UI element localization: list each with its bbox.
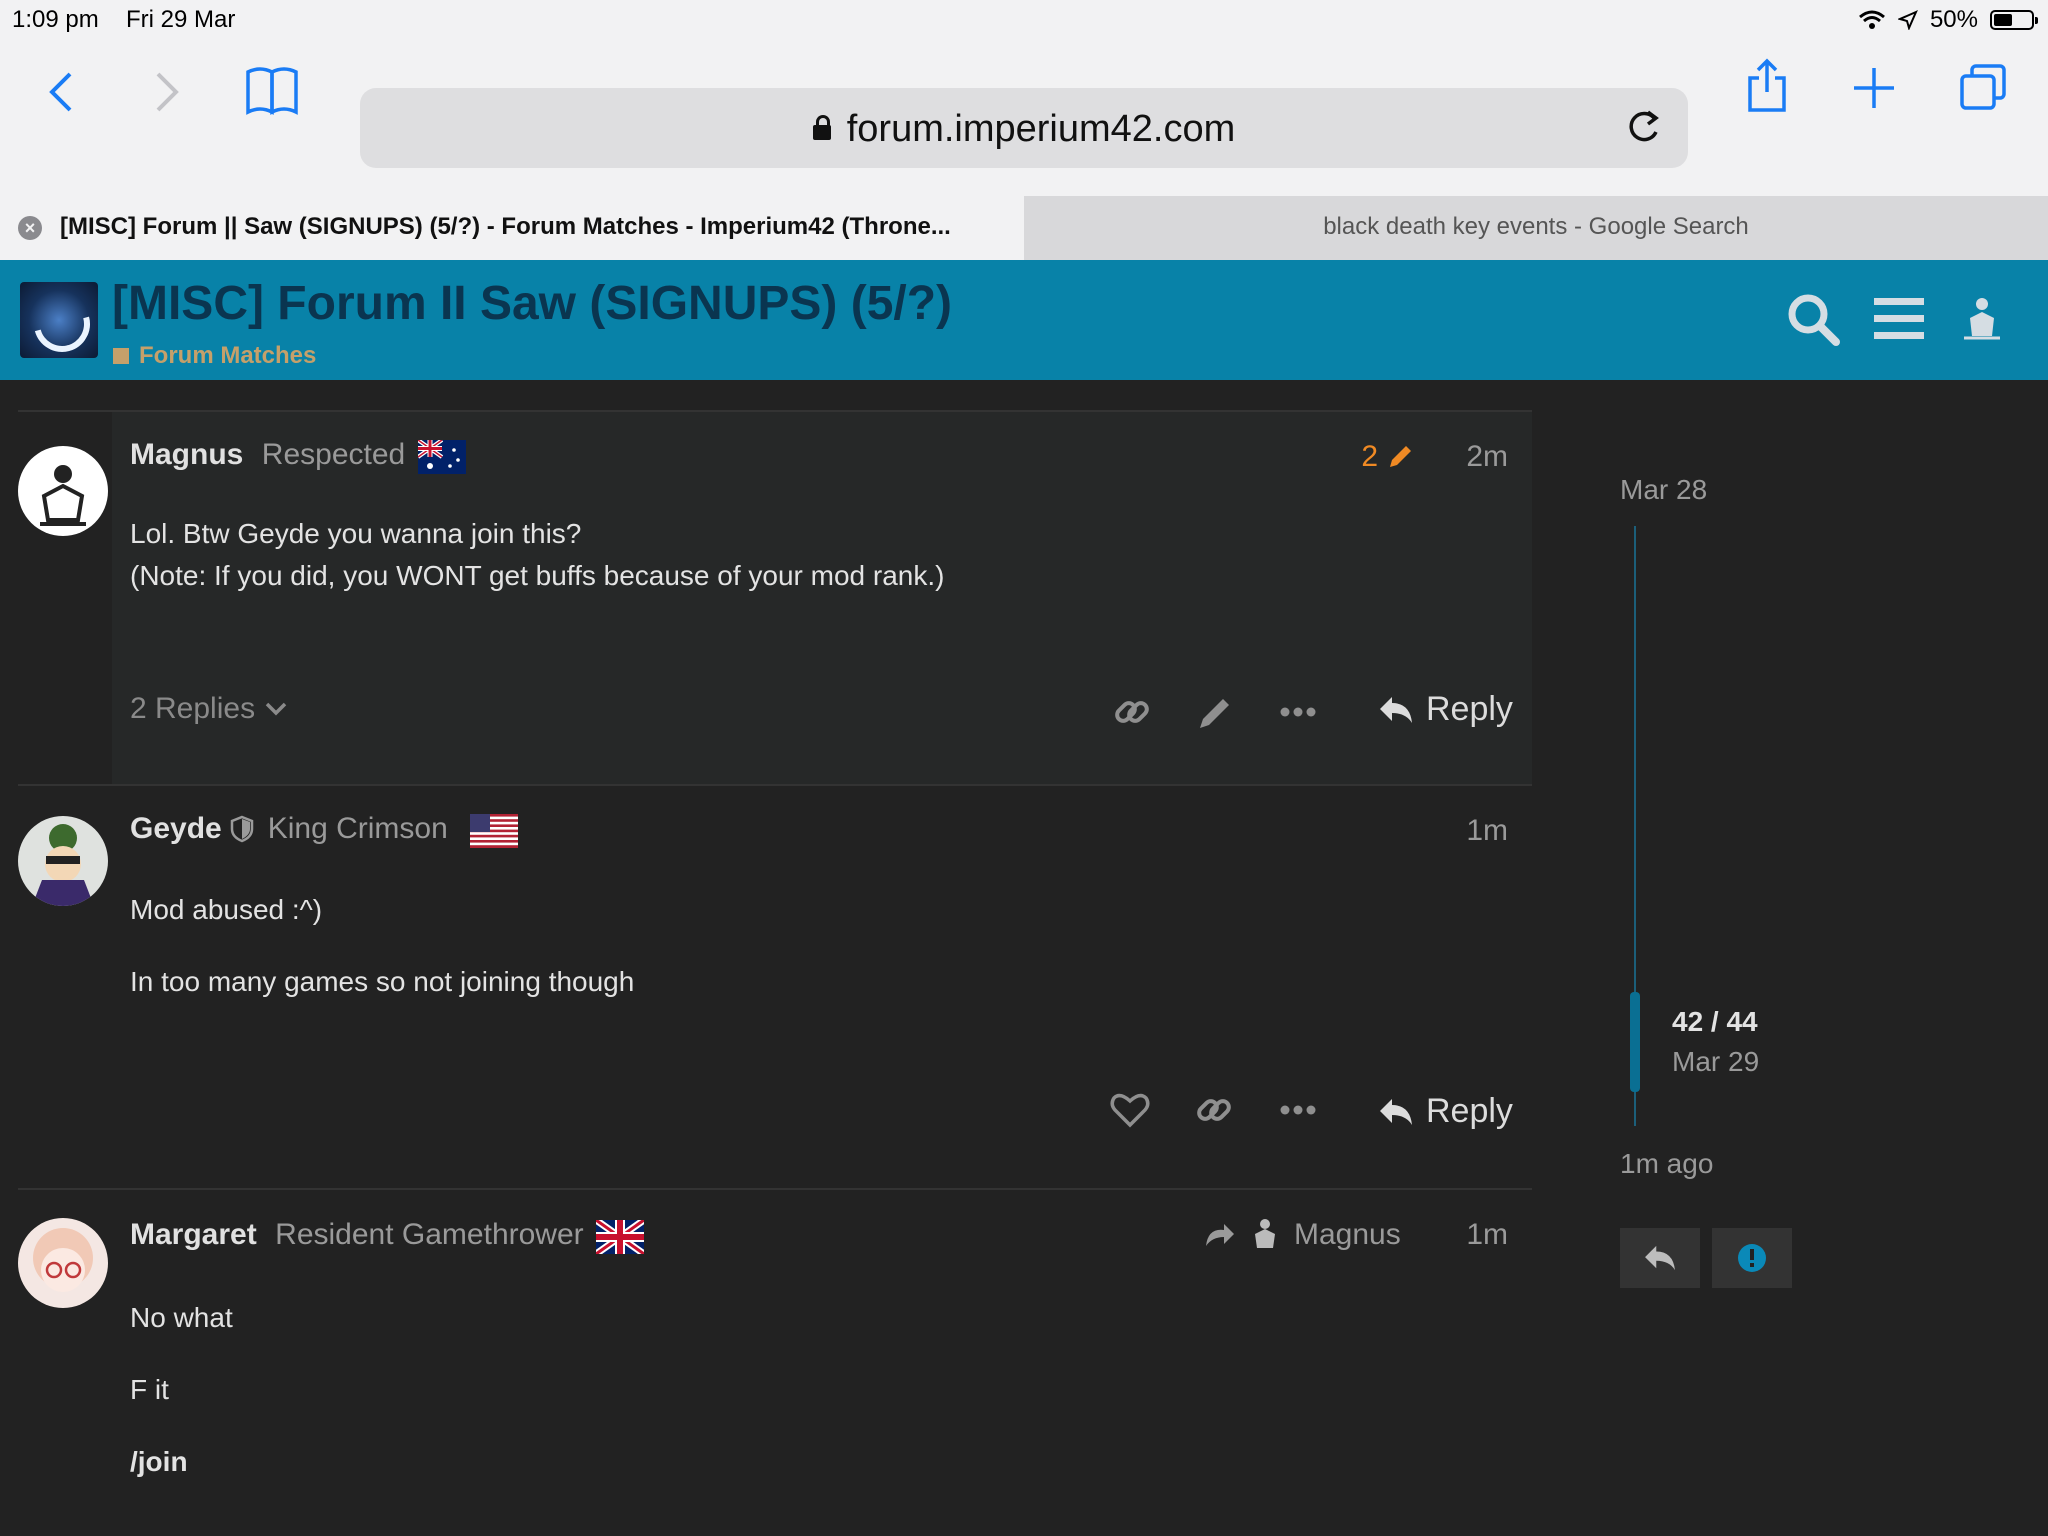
location-arrow-icon — [1897, 10, 1918, 30]
user-title: King Crimson — [267, 812, 448, 845]
replies-count: 2 Replies — [130, 692, 256, 725]
forum-header: [MISC] Forum II Saw (SIGNUPS) (5/?) Foru… — [0, 260, 2048, 380]
wifi-icon — [1858, 10, 1885, 29]
reload-icon[interactable] — [1620, 104, 1666, 150]
post-divider — [18, 784, 1532, 786]
avatar-geyde[interactable] — [18, 816, 108, 906]
timeline-start-date[interactable]: Mar 28 — [1620, 474, 1707, 506]
battery-icon — [1990, 10, 2038, 30]
reply-button[interactable]: Reply — [1378, 1092, 1513, 1131]
tab-forum[interactable]: × [MISC] Forum || Saw (SIGNUPS) (5/?) - … — [0, 196, 1024, 260]
reply-button[interactable]: Reply — [1378, 690, 1513, 729]
australia-flag-icon — [418, 440, 466, 474]
more-actions-icon[interactable] — [1280, 1104, 1316, 1116]
tab-google-title: black death key events - Google Search — [1323, 213, 1749, 240]
back-icon[interactable] — [46, 70, 76, 114]
tab-strip: × [MISC] Forum || Saw (SIGNUPS) (5/?) - … — [0, 196, 2048, 260]
lock-icon — [812, 115, 831, 140]
post-paragraph: /join — [130, 1446, 188, 1477]
usa-flag-icon — [470, 814, 518, 848]
edit-count: 2 — [1361, 440, 1378, 473]
timeline-handle[interactable] — [1630, 992, 1640, 1092]
link-icon[interactable] — [1194, 1090, 1234, 1130]
timeline-reply-button[interactable] — [1620, 1228, 1700, 1288]
tab-google-search[interactable]: black death key events - Google Search — [1024, 196, 2048, 260]
status-time: 1:09 pm — [12, 6, 99, 33]
reply-to-avatar-icon — [1255, 1219, 1275, 1248]
timeline-end-label[interactable]: 1m ago — [1620, 1148, 1713, 1180]
timeline-position: 42 / 44 — [1672, 1006, 1758, 1037]
post-time[interactable]: 1m — [1466, 1218, 1508, 1252]
reply-label: Reply — [1426, 690, 1513, 728]
info-alert-icon — [1738, 1244, 1766, 1272]
tab-close-icon[interactable]: × — [18, 216, 42, 240]
address-text-row: forum.imperium42.com — [360, 108, 1688, 151]
battery-percent: 50% — [1929, 6, 1978, 33]
hamburger-menu-icon[interactable] — [1874, 296, 1924, 342]
poster-info: Magnus Respected — [130, 438, 405, 472]
post-margaret: Margaret Resident Gamethrower Magnus 1m … — [18, 1188, 1532, 1536]
edit-pencil-icon[interactable] — [1196, 694, 1234, 732]
poster-info: Margaret Resident Gamethrower — [130, 1218, 584, 1252]
chevron-down-icon — [265, 702, 287, 716]
topic-title[interactable]: [MISC] Forum II Saw (SIGNUPS) (5/?) — [112, 276, 952, 331]
post-line: (Note: If you did, you WONT get buffs be… — [130, 560, 945, 591]
reply-arrow-icon — [1380, 696, 1412, 723]
timeline-position-date: Mar 29 — [1672, 1046, 1760, 1077]
poster-info: Geyde King Crimson — [130, 812, 448, 846]
browser-toolbar: forum.imperium42.com — [0, 40, 2048, 196]
status-date: Fri 29 Mar — [126, 6, 236, 33]
reply-label: Reply — [1426, 1092, 1513, 1130]
timeline-flag-button[interactable] — [1712, 1228, 1792, 1288]
username[interactable]: Margaret — [130, 1218, 257, 1251]
reply-arrow-icon — [1645, 1245, 1675, 1271]
avatar-margaret[interactable] — [18, 1218, 108, 1308]
post-geyde: Geyde King Crimson 1m Mod abused :^) In … — [18, 784, 1532, 1188]
post-paragraph: No what — [130, 1302, 233, 1333]
category-name: Forum Matches — [139, 342, 317, 369]
status-right-cluster: 50% — [1858, 6, 2038, 34]
search-icon[interactable] — [1786, 292, 1842, 348]
uk-flag-icon — [596, 1220, 644, 1254]
replies-toggle[interactable]: 2 Replies — [130, 692, 287, 726]
post-magnus: Magnus Respected 2 2m Lol. Btw Geyde you… — [18, 410, 1532, 784]
forward-icon[interactable] — [152, 70, 182, 114]
site-logo[interactable] — [20, 282, 98, 358]
user-title: Resident Gamethrower — [275, 1218, 584, 1251]
edit-history[interactable]: 2 — [1361, 440, 1414, 474]
tabs-overview-icon[interactable] — [1958, 62, 2008, 112]
category-badge[interactable]: Forum Matches — [113, 342, 316, 370]
link-icon[interactable] — [1112, 692, 1152, 732]
moderator-shield-icon — [230, 815, 253, 843]
reply-to-name: Magnus — [1294, 1218, 1401, 1251]
post-paragraph: In too many games so not joining though — [130, 966, 635, 997]
reply-to-indicator[interactable]: Magnus — [1204, 1218, 1401, 1252]
reply-to-arrow-icon — [1206, 1224, 1234, 1246]
more-actions-icon[interactable] — [1280, 706, 1316, 718]
user-avatar-icon[interactable] — [1962, 296, 2002, 342]
user-title: Respected — [261, 438, 406, 471]
category-color-square — [113, 348, 129, 364]
status-bar: 1:09 pm Fri 29 Mar 50% — [0, 0, 2048, 40]
post-paragraph: F it — [130, 1374, 169, 1405]
reply-arrow-icon — [1380, 1098, 1412, 1125]
tab-forum-title: [MISC] Forum || Saw (SIGNUPS) (5/?) - Fo… — [60, 213, 951, 240]
heart-icon[interactable] — [1110, 1092, 1150, 1128]
username[interactable]: Magnus — [130, 438, 243, 471]
post-divider — [18, 1188, 1532, 1190]
share-icon[interactable] — [1746, 58, 1788, 114]
post-time[interactable]: 1m — [1466, 814, 1508, 848]
username[interactable]: Geyde — [130, 812, 222, 846]
avatar-magnus[interactable] — [18, 446, 108, 536]
post-paragraph: Mod abused :^) — [130, 894, 323, 925]
post-time[interactable]: 2m — [1466, 440, 1508, 474]
address-bar[interactable]: forum.imperium42.com — [360, 88, 1688, 168]
address-url: forum.imperium42.com — [846, 108, 1236, 150]
new-tab-icon[interactable] — [1852, 66, 1896, 110]
bookmarks-icon[interactable] — [244, 64, 300, 116]
pencil-icon — [1390, 446, 1411, 467]
post-line: Lol. Btw Geyde you wanna join this? — [130, 518, 582, 549]
